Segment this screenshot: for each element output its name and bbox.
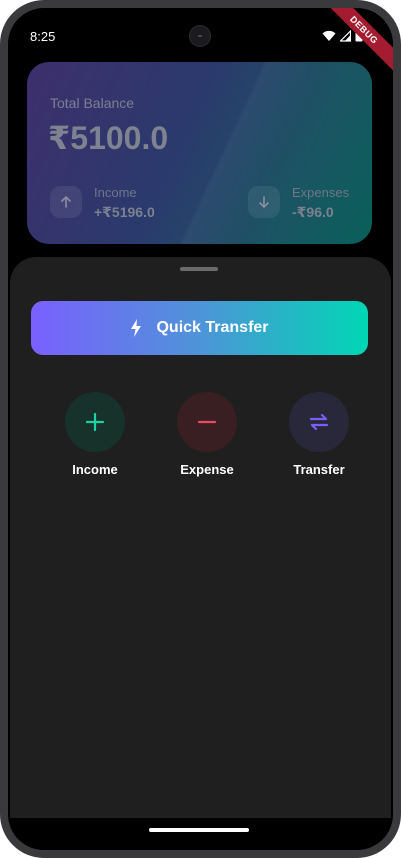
lightning-icon <box>131 319 142 337</box>
transfer-action[interactable]: Transfer <box>274 392 364 477</box>
wifi-icon <box>322 30 336 41</box>
sheet-drag-handle[interactable] <box>180 267 218 271</box>
quick-actions-sheet: Quick Transfer Income Expense Transfer <box>10 257 391 850</box>
income-arrow-icon <box>50 186 82 218</box>
status-time: 8:25 <box>30 29 56 44</box>
expenses-value: -₹96.0 <box>292 204 334 220</box>
balance-title: Total Balance <box>50 95 135 111</box>
front-camera <box>189 25 211 47</box>
home-indicator[interactable] <box>149 828 249 832</box>
system-nav-bar <box>8 818 393 850</box>
expenses-label: Expenses <box>292 185 350 200</box>
income-action[interactable]: Income <box>50 392 140 477</box>
transfer-action-label: Transfer <box>293 462 345 477</box>
income-action-label: Income <box>72 462 118 477</box>
plus-icon <box>85 412 105 432</box>
app-screen: 8:25 DEBUG Total Balance ₹5100.0 Income … <box>8 8 393 850</box>
transfer-action-circle <box>289 392 349 452</box>
income-value: +₹5196.0 <box>94 204 155 220</box>
balance-amount: ₹5100.0 <box>48 120 169 156</box>
expense-action-circle <box>177 392 237 452</box>
balance-card: Total Balance ₹5100.0 Income +₹5196.0 Ex… <box>27 62 372 244</box>
swap-icon <box>309 413 329 431</box>
expense-action[interactable]: Expense <box>162 392 252 477</box>
minus-icon <box>197 420 217 424</box>
signal-icon <box>340 29 351 42</box>
income-label: Income <box>94 185 137 200</box>
income-action-circle <box>65 392 125 452</box>
expenses-arrow-icon <box>248 186 280 218</box>
device-frame: 8:25 DEBUG Total Balance ₹5100.0 Income … <box>0 0 401 858</box>
quick-transfer-button[interactable]: Quick Transfer <box>31 301 368 355</box>
quick-transfer-label: Quick Transfer <box>156 319 269 336</box>
expense-action-label: Expense <box>180 462 234 477</box>
